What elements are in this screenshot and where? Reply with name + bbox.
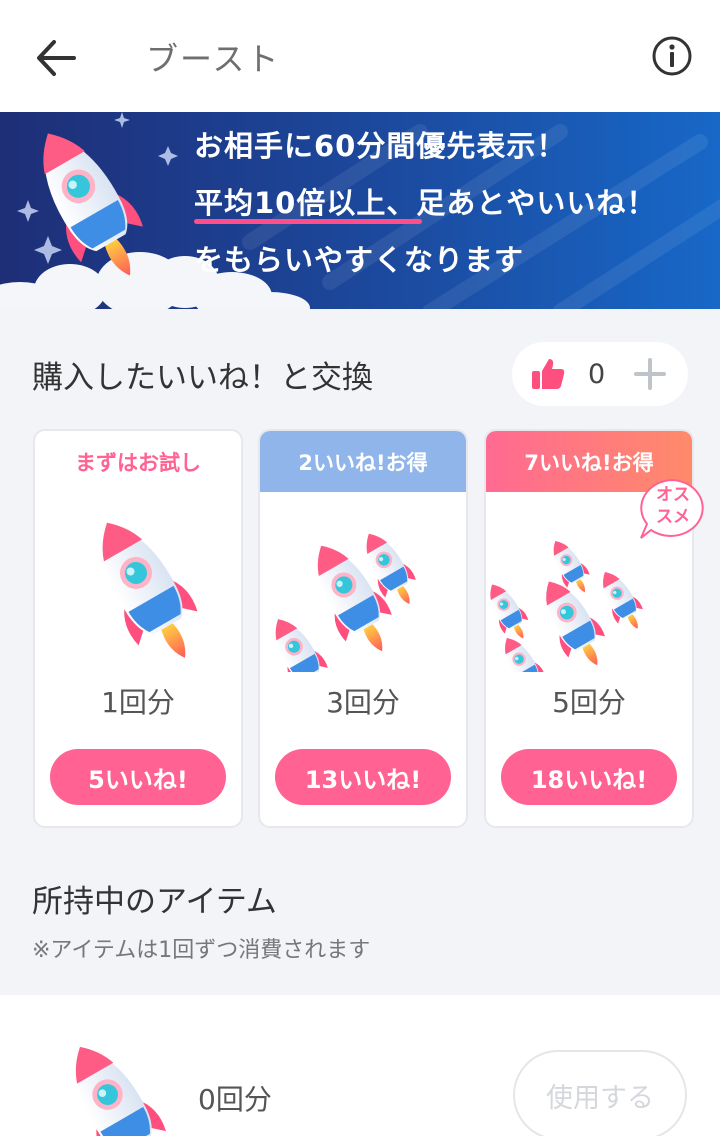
boost-banner: お相手に60分間優先表示！ 平均10倍以上、足あとやいいね！ をもらいやすくなり… bbox=[0, 112, 720, 309]
buy-plan-button[interactable]: 18いいね! bbox=[501, 749, 677, 805]
owned-quantity: 0回分 bbox=[198, 1083, 272, 1116]
arrow-left-icon bbox=[37, 40, 76, 76]
plus-icon bbox=[634, 358, 666, 390]
badge-line-1: オス bbox=[656, 485, 690, 505]
info-circle-icon bbox=[652, 36, 692, 76]
use-item-button[interactable]: 使用する bbox=[513, 1050, 687, 1136]
banner-line-2: 平均10倍以上、足あとやいいね！ bbox=[194, 175, 656, 232]
add-likes-button[interactable] bbox=[630, 354, 670, 394]
recommended-badge: オス スメ bbox=[637, 478, 709, 542]
badge-line-2: スメ bbox=[656, 507, 690, 527]
plan-card-header: 2いいね!お得 bbox=[260, 431, 466, 492]
buy-plan-button[interactable]: 5いいね! bbox=[50, 749, 226, 805]
like-count: 0 bbox=[588, 358, 606, 390]
back-button[interactable] bbox=[30, 32, 82, 84]
plan-card-1[interactable]: まずはお試し 1回分 5いいね! bbox=[33, 429, 243, 828]
rocket-icon bbox=[76, 504, 216, 672]
plan-card-header: まずはお試し bbox=[75, 450, 201, 475]
badge-text: オス スメ bbox=[637, 484, 709, 528]
page-title: ブースト bbox=[146, 40, 281, 78]
app-header: ブースト bbox=[0, 0, 720, 112]
buy-plan-button[interactable]: 13いいね! bbox=[275, 749, 451, 805]
rocket-icon bbox=[50, 1029, 184, 1136]
plan-card-2[interactable]: 2いいね!お得 3回分 13いいね! bbox=[258, 429, 468, 828]
thumbs-up-icon bbox=[532, 359, 565, 389]
like-balance[interactable]: 0 bbox=[512, 342, 688, 406]
banner-line-2-rest: 足あとやいいね！ bbox=[416, 186, 657, 220]
owned-items-title: 所持中のアイテム bbox=[32, 884, 277, 920]
info-button[interactable] bbox=[648, 32, 696, 80]
rocket-group-icon bbox=[261, 524, 426, 672]
plan-quantity: 5回分 bbox=[552, 686, 626, 719]
banner-text: お相手に60分間優先表示！ 平均10倍以上、足あとやいいね！ をもらいやすくなり… bbox=[194, 118, 656, 289]
banner-highlight: 平均10倍以上、 bbox=[194, 175, 423, 232]
owned-items-note: ※アイテムは1回ずつ消費されます bbox=[32, 938, 371, 963]
banner-line-1: お相手に60分間優先表示！ bbox=[194, 129, 567, 163]
exchange-section-title: 購入したいいね！と交換 bbox=[32, 360, 373, 396]
banner-line-3: をもらいやすくなります bbox=[194, 243, 525, 277]
plan-quantity: 1回分 bbox=[101, 686, 175, 719]
plan-quantity: 3回分 bbox=[326, 686, 400, 719]
